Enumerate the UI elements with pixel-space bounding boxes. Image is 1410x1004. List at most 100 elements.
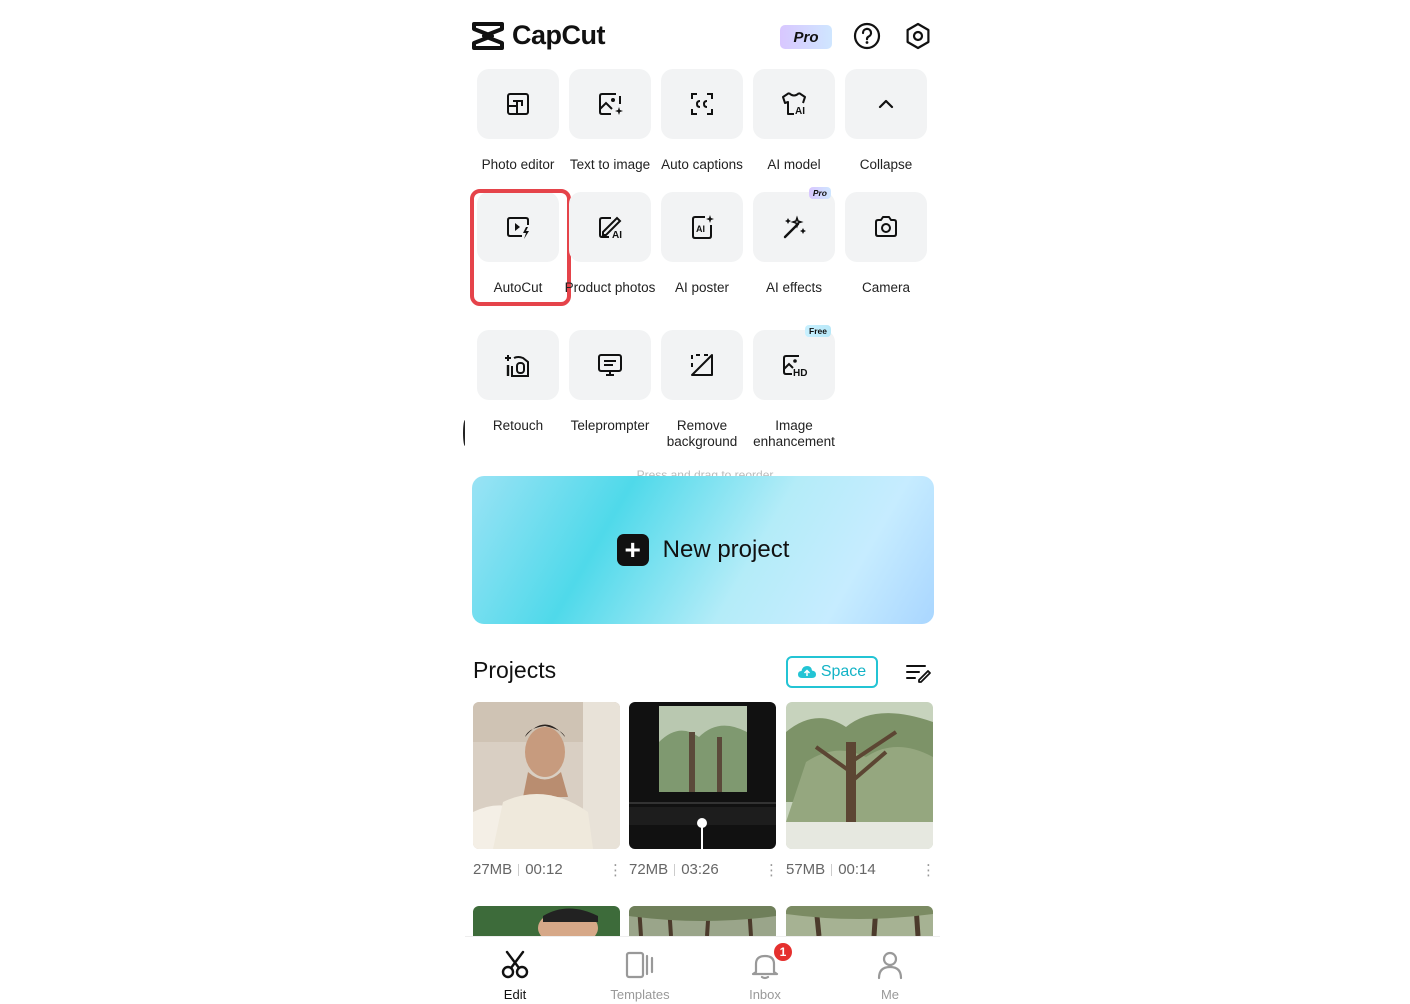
tool-teleprompter-box[interactable] bbox=[569, 330, 651, 400]
tool-retouch-box[interactable] bbox=[477, 330, 559, 400]
project-size: 27MB bbox=[473, 861, 513, 878]
nav-me[interactable]: Me bbox=[845, 949, 935, 1002]
pro-badge[interactable]: Pro bbox=[780, 25, 832, 49]
photo-editor-icon bbox=[507, 93, 529, 115]
project-thumbnail[interactable] bbox=[786, 906, 933, 936]
more-options-icon[interactable]: ⋮ bbox=[608, 861, 623, 879]
text-to-image-icon bbox=[599, 93, 623, 115]
inbox-badge: 1 bbox=[772, 941, 794, 963]
tool-photo-editor[interactable]: Photo editor bbox=[472, 69, 564, 173]
tool-remove-background[interactable]: Remove background bbox=[656, 330, 748, 450]
sort-edit-icon[interactable] bbox=[904, 660, 932, 684]
tool-ai-model[interactable]: AI AI model bbox=[748, 69, 840, 173]
tool-ai-model-box[interactable]: AI bbox=[753, 69, 835, 139]
nav-inbox-label: Inbox bbox=[749, 987, 781, 1002]
svg-text:HD: HD bbox=[793, 368, 807, 379]
tool-ai-effects-box[interactable]: Pro bbox=[753, 187, 835, 262]
edge-indicator bbox=[463, 420, 467, 446]
ai-poster-icon: AI bbox=[692, 215, 714, 239]
tool-camera[interactable]: Camera bbox=[840, 192, 932, 296]
tool-label: Remove background bbox=[666, 418, 738, 449]
tool-auto-captions[interactable]: Auto captions bbox=[656, 69, 748, 173]
project-duration: 03:26 bbox=[681, 861, 719, 878]
bottom-nav: Edit Templates 1 Inbox Me bbox=[465, 936, 940, 1004]
tool-retouch[interactable]: Retouch bbox=[472, 330, 564, 434]
tool-label: AI model bbox=[767, 157, 821, 172]
meta-separator bbox=[674, 863, 676, 876]
tool-label: Product photos bbox=[564, 280, 656, 295]
tool-label: Photo editor bbox=[481, 157, 555, 172]
retouch-icon bbox=[505, 355, 529, 377]
tool-image-enhancement[interactable]: Free HD Image enhancement bbox=[748, 325, 840, 450]
tool-product-photos[interactable]: AI Product photos bbox=[564, 192, 656, 296]
project-thumbnail[interactable] bbox=[473, 702, 620, 849]
project-thumbnail-image bbox=[629, 906, 776, 936]
tool-label: Image enhancement bbox=[753, 418, 835, 449]
project-duration: 00:12 bbox=[525, 861, 563, 878]
templates-icon bbox=[625, 951, 654, 979]
svg-text:AI: AI bbox=[612, 230, 622, 241]
tool-auto-captions-box[interactable] bbox=[661, 69, 743, 139]
tool-label: Teleprompter bbox=[570, 418, 650, 433]
tool-collapse-box[interactable] bbox=[845, 69, 927, 139]
nav-templates-label: Templates bbox=[610, 987, 670, 1002]
teleprompter-icon bbox=[598, 354, 622, 376]
app-name: CapCut bbox=[512, 20, 606, 50]
camera-icon bbox=[875, 216, 897, 237]
help-icon[interactable] bbox=[852, 21, 882, 51]
project-size: 57MB bbox=[786, 861, 826, 878]
project-size: 72MB bbox=[629, 861, 669, 878]
capcut-logo: CapCut bbox=[472, 20, 606, 51]
tool-label: Camera bbox=[861, 280, 910, 295]
tool-label: AI effects bbox=[765, 280, 823, 295]
nav-edit-label: Edit bbox=[503, 987, 527, 1002]
nav-edit[interactable]: Edit bbox=[470, 949, 560, 1002]
space-label: Space bbox=[820, 663, 867, 680]
tool-teleprompter[interactable]: Teleprompter bbox=[564, 330, 656, 434]
auto-captions-icon bbox=[691, 93, 713, 115]
tool-collapse[interactable]: Collapse bbox=[840, 69, 932, 173]
cloud-icon bbox=[797, 666, 816, 678]
svg-text:AI: AI bbox=[795, 106, 805, 117]
project-duration: 00:14 bbox=[838, 861, 876, 878]
tool-label: Text to image bbox=[569, 157, 651, 172]
more-options-icon[interactable]: ⋮ bbox=[921, 861, 936, 879]
more-options-icon[interactable]: ⋮ bbox=[764, 861, 779, 879]
tool-label: Auto captions bbox=[661, 157, 743, 172]
scissors-icon bbox=[501, 950, 529, 979]
tool-image-enhancement-box[interactable]: Free HD bbox=[753, 325, 835, 400]
tool-ai-effects[interactable]: Pro AI effects bbox=[748, 187, 840, 296]
project-thumbnail[interactable] bbox=[629, 702, 776, 849]
meta-separator bbox=[831, 863, 833, 876]
pro-mini-badge: Pro bbox=[808, 187, 831, 199]
tool-remove-background-box[interactable] bbox=[661, 330, 743, 400]
tool-photo-editor-box[interactable] bbox=[477, 69, 559, 139]
project-thumbnail[interactable] bbox=[473, 906, 620, 936]
new-project-label: New project bbox=[662, 536, 790, 563]
settings-icon[interactable] bbox=[903, 21, 933, 51]
project-thumbnail[interactable] bbox=[786, 702, 933, 849]
capcut-logo-icon bbox=[472, 21, 504, 50]
project-thumbnail-image bbox=[786, 906, 933, 936]
project-meta: 27MB 00:12 bbox=[473, 861, 563, 878]
tool-text-to-image[interactable]: Text to image bbox=[564, 69, 656, 173]
tool-label: Retouch bbox=[492, 418, 544, 433]
tool-ai-poster[interactable]: AI AI poster bbox=[656, 192, 748, 296]
nav-templates[interactable]: Templates bbox=[595, 949, 685, 1002]
project-thumbnail[interactable] bbox=[629, 906, 776, 936]
project-thumbnail-image bbox=[786, 702, 933, 849]
tool-product-photos-box[interactable]: AI bbox=[569, 192, 651, 262]
space-button[interactable]: Space bbox=[786, 656, 878, 688]
projects-title: Projects bbox=[473, 657, 557, 683]
tool-ai-poster-box[interactable]: AI bbox=[661, 192, 743, 262]
person-icon bbox=[877, 951, 903, 980]
new-project-button[interactable]: + New project bbox=[472, 476, 934, 624]
meta-separator bbox=[518, 863, 520, 876]
tool-camera-box[interactable] bbox=[845, 192, 927, 262]
tool-text-to-image-box[interactable] bbox=[569, 69, 651, 139]
chevron-up-icon bbox=[878, 99, 894, 109]
nav-me-label: Me bbox=[880, 987, 900, 1002]
plus-icon: + bbox=[616, 534, 649, 566]
project-thumbnail-image bbox=[473, 906, 620, 936]
nav-inbox[interactable]: 1 Inbox bbox=[720, 941, 810, 1002]
